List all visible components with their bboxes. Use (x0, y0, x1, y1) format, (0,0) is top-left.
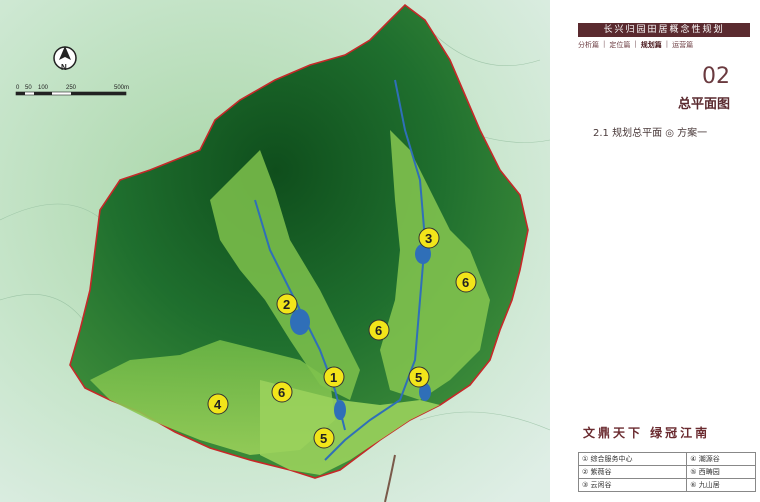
svg-text:6: 6 (278, 385, 285, 400)
nav-item-planning[interactable]: 规划篇 (641, 40, 662, 50)
legend-cell: ② 紫薇谷 (577, 465, 688, 479)
svg-text:5: 5 (320, 431, 327, 446)
marker-5-east[interactable]: 5 (408, 366, 430, 388)
nav-separator: | (665, 40, 669, 48)
nav-separator: | (634, 40, 637, 48)
legend-cell: ① 综合服务中心 (577, 452, 688, 466)
nav-item-positioning[interactable]: 定位篇 (609, 40, 630, 50)
svg-text:5: 5 (415, 370, 422, 385)
project-title: 长兴归园田居概念性规划 (578, 23, 750, 37)
legend-row: ② 紫薇谷 ⑤ 西畴园 (577, 465, 756, 479)
slogan: 文鼎天下 绿冠江南 (583, 426, 711, 440)
legend-cell: ⑤ 西畴园 (686, 465, 756, 479)
page-title: 总平面图 (677, 97, 730, 112)
section-nav: 分析篇 | 定位篇 | 规划篇 | 运营篇 (578, 40, 758, 50)
svg-text:6: 6 (375, 323, 382, 338)
legend-row: ① 综合服务中心 ④ 潮源谷 (577, 452, 756, 466)
legend-row: ③ 云闲谷 ⑥ 九山居 (577, 478, 756, 492)
legend-cell: ③ 云闲谷 (577, 478, 688, 492)
marker-6-west[interactable]: 6 (271, 381, 293, 403)
marker-2[interactable]: 2 (276, 293, 298, 315)
svg-text:3: 3 (425, 231, 432, 246)
nav-item-operation[interactable]: 运营篇 (672, 40, 693, 50)
svg-text:100: 100 (38, 85, 49, 91)
svg-text:2: 2 (283, 297, 290, 312)
svg-text:1: 1 (330, 370, 337, 385)
lake-2 (290, 309, 310, 335)
legend-table: ① 综合服务中心 ④ 潮源谷 ② 紫薇谷 ⑤ 西畴园 ③ 云闲谷 ⑥ 九山居 (577, 452, 756, 492)
legend-cell: ④ 潮源谷 (686, 452, 756, 466)
marker-6-east[interactable]: 6 (455, 271, 477, 293)
marker-3[interactable]: 3 (418, 227, 440, 249)
page-subtitle: 2.1 规划总平面 ◎ 方案一 (593, 128, 708, 139)
svg-text:N: N (61, 63, 67, 72)
nav-separator: | (603, 40, 606, 48)
nav-item-analysis[interactable]: 分析篇 (578, 40, 599, 50)
svg-text:500m: 500m (114, 85, 129, 91)
marker-4[interactable]: 4 (207, 393, 229, 415)
svg-text:50: 50 (25, 85, 32, 91)
section-number: 02 (702, 64, 730, 89)
svg-text:6: 6 (462, 275, 469, 290)
legend-cell: ⑥ 九山居 (686, 478, 756, 492)
marker-5-south[interactable]: 5 (313, 427, 335, 449)
side-panel: 长兴归园田居概念性规划 分析篇 | 定位篇 | 规划篇 | 运营篇 02 总平面… (550, 0, 760, 502)
svg-text:4: 4 (214, 397, 222, 412)
marker-6-center[interactable]: 6 (368, 319, 390, 341)
marker-1[interactable]: 1 (323, 366, 345, 388)
svg-text:250: 250 (66, 85, 77, 91)
lake-1 (334, 400, 346, 420)
master-plan-map: N 0 50 100 250 500m 1 2 3 4 5 5 6 6 6 (0, 0, 550, 502)
